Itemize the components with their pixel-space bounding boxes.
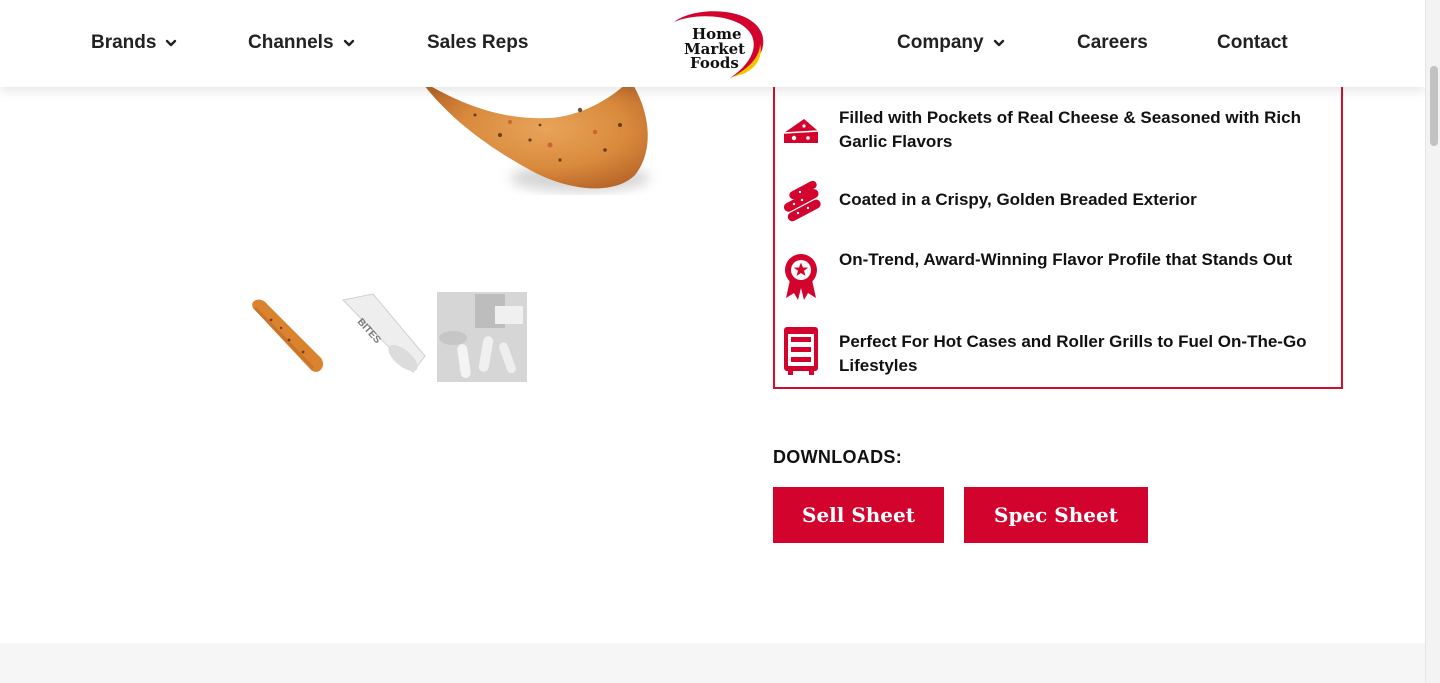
nav-careers-label: Careers xyxy=(1077,32,1148,53)
footer-band xyxy=(0,643,1425,683)
feature-item: Perfect For Hot Cases and Roller Grills … xyxy=(775,326,1341,380)
nav-brands-label: Brands xyxy=(91,32,157,53)
nav-channels[interactable]: Channels xyxy=(248,32,356,54)
breadstick-icon xyxy=(783,180,821,222)
feature-item: Coated in a Crispy, Golden Breaded Exter… xyxy=(775,176,1341,224)
product-thumbnail-serving[interactable] xyxy=(437,292,527,382)
serving-image xyxy=(437,292,527,382)
scrollbar-thumb[interactable] xyxy=(1430,66,1438,146)
feature-item: On-Trend, Award-Winning Flavor Profile t… xyxy=(775,246,1341,302)
product-thumbnail-stick[interactable] xyxy=(241,292,331,382)
package-image: BITES xyxy=(339,292,429,382)
cheese-icon xyxy=(783,119,819,143)
nav-contact-label: Contact xyxy=(1217,32,1288,53)
nav-company[interactable]: Company xyxy=(897,32,1006,54)
chevron-down-icon xyxy=(343,39,354,47)
chevron-down-icon xyxy=(993,39,1004,47)
chevron-down-icon xyxy=(166,39,177,47)
breadstick-image xyxy=(252,299,324,372)
nav-brands[interactable]: Brands xyxy=(91,32,178,54)
features-list: Filled with Pockets of Real Cheese & Sea… xyxy=(773,60,1343,389)
award-ribbon-icon xyxy=(785,254,817,300)
nav-sales-reps[interactable]: Sales Reps xyxy=(427,32,528,54)
feature-text: On-Trend, Award-Winning Flavor Profile t… xyxy=(839,250,1293,269)
sell-sheet-button[interactable]: Sell Sheet xyxy=(773,487,944,543)
product-thumbnail-package[interactable]: BITES xyxy=(339,292,429,382)
feature-item: Filled with Pockets of Real Cheese & Sea… xyxy=(775,104,1341,156)
nav-careers[interactable]: Careers xyxy=(1077,32,1148,54)
feature-text: Filled with Pockets of Real Cheese & Sea… xyxy=(839,108,1301,151)
site-header: Brands Channels Sales Reps Home Market F… xyxy=(0,0,1425,87)
feature-text: Perfect For Hot Cases and Roller Grills … xyxy=(839,332,1307,375)
downloads-heading: DOWNLOADS: xyxy=(773,447,902,467)
feature-text: Coated in a Crispy, Golden Breaded Exter… xyxy=(839,190,1197,209)
nav-contact[interactable]: Contact xyxy=(1217,32,1288,54)
hot-case-icon xyxy=(784,327,818,375)
nav-company-label: Company xyxy=(897,32,984,53)
nav-channels-label: Channels xyxy=(248,32,334,53)
home-market-foods-logo[interactable]: Home Market Foods xyxy=(660,8,768,80)
svg-text:Foods: Foods xyxy=(690,54,739,72)
spec-sheet-button[interactable]: Spec Sheet xyxy=(964,487,1148,543)
nav-sales-reps-label: Sales Reps xyxy=(427,32,529,53)
page-scrollbar[interactable] xyxy=(1425,0,1440,683)
